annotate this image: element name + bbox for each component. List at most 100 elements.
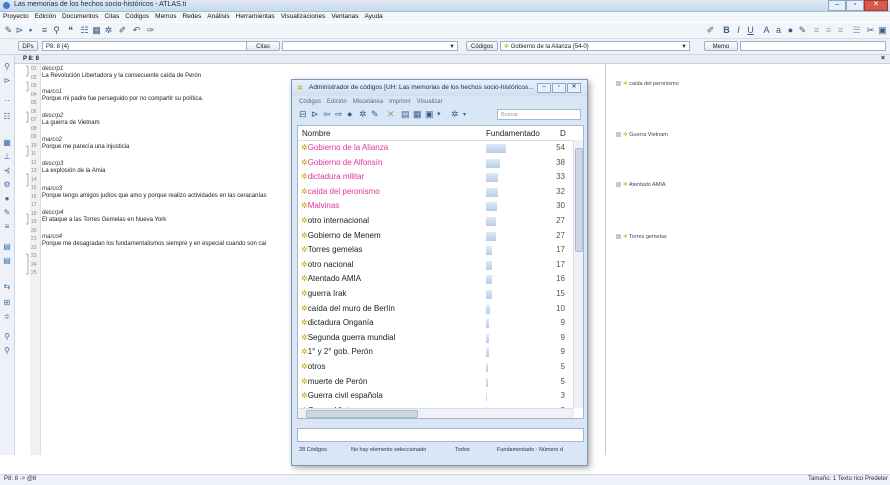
delete-icon[interactable]: ✕	[387, 110, 395, 119]
align-right-icon[interactable]: ≡	[836, 26, 845, 35]
highlight-icon[interactable]: ✐	[706, 26, 715, 35]
network-view-icon[interactable]: ✲	[104, 26, 113, 35]
menu-citas[interactable]: Citas	[101, 12, 122, 22]
code-search-input[interactable]: Buscar	[497, 109, 581, 120]
code-icon[interactable]: ▦	[3, 139, 11, 147]
menu-ventanas[interactable]: Ventanas	[328, 12, 361, 22]
maximize-button[interactable]: ▫	[846, 0, 864, 11]
code-row[interactable]: ✲guerra Irak 15	[298, 287, 573, 302]
menu-codigos[interactable]: Códigos	[122, 12, 152, 22]
split-icon[interactable]: ≑	[3, 313, 11, 321]
code-filter-icon[interactable]: ☷	[3, 113, 11, 121]
zoom-out-icon[interactable]: ⚲	[3, 347, 11, 355]
dialog-maximize-button[interactable]: ▫	[552, 83, 566, 93]
quick-code-icon[interactable]: ⊰	[3, 167, 11, 175]
page-icon[interactable]: ▤	[3, 257, 11, 265]
menu-redes[interactable]: Redes	[179, 12, 204, 22]
dialog-menu-codigos[interactable]: Códigos	[299, 99, 321, 105]
link-icon[interactable]: ≡	[3, 223, 11, 231]
margin-code[interactable]: ✲ Guerra Vietnam	[616, 132, 668, 139]
open-icon[interactable]: ⊟	[299, 110, 307, 119]
network-icon[interactable]: ⊳	[15, 26, 24, 35]
dialog-menu-imprimir[interactable]: Imprimir	[389, 99, 411, 105]
invivo-icon[interactable]: ●	[3, 195, 11, 203]
copy-icon[interactable]: ▣	[878, 26, 887, 35]
code-row[interactable]: ✲Gobierno de Menem 27	[298, 229, 573, 244]
marker-icon[interactable]: ✑	[146, 26, 155, 35]
dialog-menu-edicion[interactable]: Edición	[327, 99, 347, 105]
bold-icon[interactable]: B	[722, 26, 731, 35]
align-left-icon[interactable]: ≡	[812, 26, 821, 35]
code-row[interactable]: ✲Torres gemelas 17	[298, 243, 573, 258]
menu-analisis[interactable]: Análisis	[204, 12, 232, 22]
save-icon[interactable]: ▪	[26, 26, 35, 35]
margin-code[interactable]: ✲ Atentado AMIA	[616, 182, 666, 189]
code-row[interactable]: ✲otro internacional 27	[298, 214, 573, 229]
column-header-name[interactable]: Nombre	[302, 129, 330, 138]
grid-icon[interactable]: ▦	[413, 110, 422, 119]
close-document-icon[interactable]: ×	[881, 55, 885, 63]
print-icon[interactable]: ▤	[401, 110, 410, 119]
vertical-scrollbar[interactable]	[573, 140, 583, 408]
scroll-thumb[interactable]	[306, 410, 418, 418]
dialog-menu-miscelanea[interactable]: Miscelánea	[353, 99, 383, 105]
relation-icon[interactable]: ⇆	[3, 283, 11, 291]
margin-icon[interactable]: ‥	[3, 95, 11, 103]
menu-proyecto[interactable]: Proyecto	[0, 12, 32, 22]
undo-icon[interactable]: ↶	[132, 26, 141, 35]
chevron-down-icon[interactable]: ▾	[463, 111, 466, 120]
code-row[interactable]: ✲Gobierno de la Alianza 54	[298, 141, 573, 156]
code-row[interactable]: ✲caída del peronismo 32	[298, 185, 573, 200]
margin-code[interactable]: ✲ Torres gemelas	[616, 234, 667, 241]
code-row[interactable]: ✲Gobierno de Alfonsín 38	[298, 156, 573, 171]
edit-icon[interactable]: ✎	[371, 110, 379, 119]
dialog-menu-visualizar[interactable]: Visualizar	[417, 99, 443, 105]
grid-icon[interactable]: ▦	[92, 26, 101, 35]
network-icon[interactable]: ⊳	[311, 110, 319, 119]
underline-icon[interactable]: U	[746, 26, 755, 35]
code-row[interactable]: ✲otro nacional 17	[298, 258, 573, 273]
color-icon[interactable]: ●	[786, 26, 795, 35]
code-selector[interactable]: ✲ Gobierno de la Alianza {54-0} ▼	[500, 41, 690, 51]
italic-icon[interactable]: I	[734, 26, 743, 35]
code-row[interactable]: ✲dictadura militar 33	[298, 170, 573, 185]
code-comment-field[interactable]	[297, 428, 584, 442]
code-row[interactable]: ✲Gobierno de Kirchner2	[298, 418, 573, 419]
view-icon[interactable]: ▣	[425, 110, 434, 119]
list-icon[interactable]: ☰	[852, 26, 861, 35]
font-shrink-icon[interactable]: a	[774, 26, 783, 35]
pen-icon[interactable]: ✐	[118, 26, 127, 35]
memo-selector[interactable]	[740, 41, 886, 51]
memo-icon[interactable]: ✎	[3, 209, 11, 217]
arrow-right-icon[interactable]: ⇨	[335, 110, 343, 119]
code-row[interactable]: ✲Malvinas 30	[298, 199, 573, 214]
filter-code-icon[interactable]: ✲	[451, 110, 459, 119]
document-selector[interactable]: P8: 8 {4}▼	[42, 41, 262, 51]
docs-button[interactable]: DPs	[18, 41, 38, 51]
zoom-icon[interactable]: ⚲	[3, 63, 11, 71]
menu-visualizaciones[interactable]: Visualizaciones	[278, 12, 329, 22]
codes-button[interactable]: Códigos	[466, 41, 498, 51]
menu-herramientas[interactable]: Herramientas	[233, 12, 278, 22]
scroll-thumb[interactable]	[575, 148, 583, 252]
document-icon[interactable]: ≡	[40, 26, 49, 35]
code-row[interactable]: ✲Segunda guerra mundial 9	[298, 331, 573, 346]
code-row[interactable]: ✲Atentado AMIA 16	[298, 272, 573, 287]
arrow-left-icon[interactable]: ⇦	[323, 110, 331, 119]
horizontal-scrollbar[interactable]	[298, 408, 574, 418]
code-row[interactable]: ✲Guerra civil española 3	[298, 389, 573, 404]
dialog-minimize-button[interactable]: –	[537, 83, 551, 93]
quote-icon[interactable]: ❝	[66, 26, 75, 35]
memo-button[interactable]: Memo	[704, 41, 738, 51]
binoculars-icon[interactable]: ⚲	[52, 26, 61, 35]
minimize-button[interactable]: –	[828, 0, 846, 11]
color-icon[interactable]: ●	[347, 110, 352, 119]
quote-selector[interactable]: ▼	[282, 41, 458, 51]
menu-ayuda[interactable]: Ayuda	[361, 12, 385, 22]
close-button[interactable]: ✕	[864, 0, 888, 11]
code-tool-icon[interactable]: ✎	[4, 26, 13, 35]
codes-list-icon[interactable]: ☷	[80, 26, 89, 35]
code-row[interactable]: ✲1° y 2° gob. Perón 9	[298, 345, 573, 360]
note-icon[interactable]: ▤	[3, 243, 11, 251]
code-row[interactable]: ✲caída del muro de Berlín 10	[298, 302, 573, 317]
